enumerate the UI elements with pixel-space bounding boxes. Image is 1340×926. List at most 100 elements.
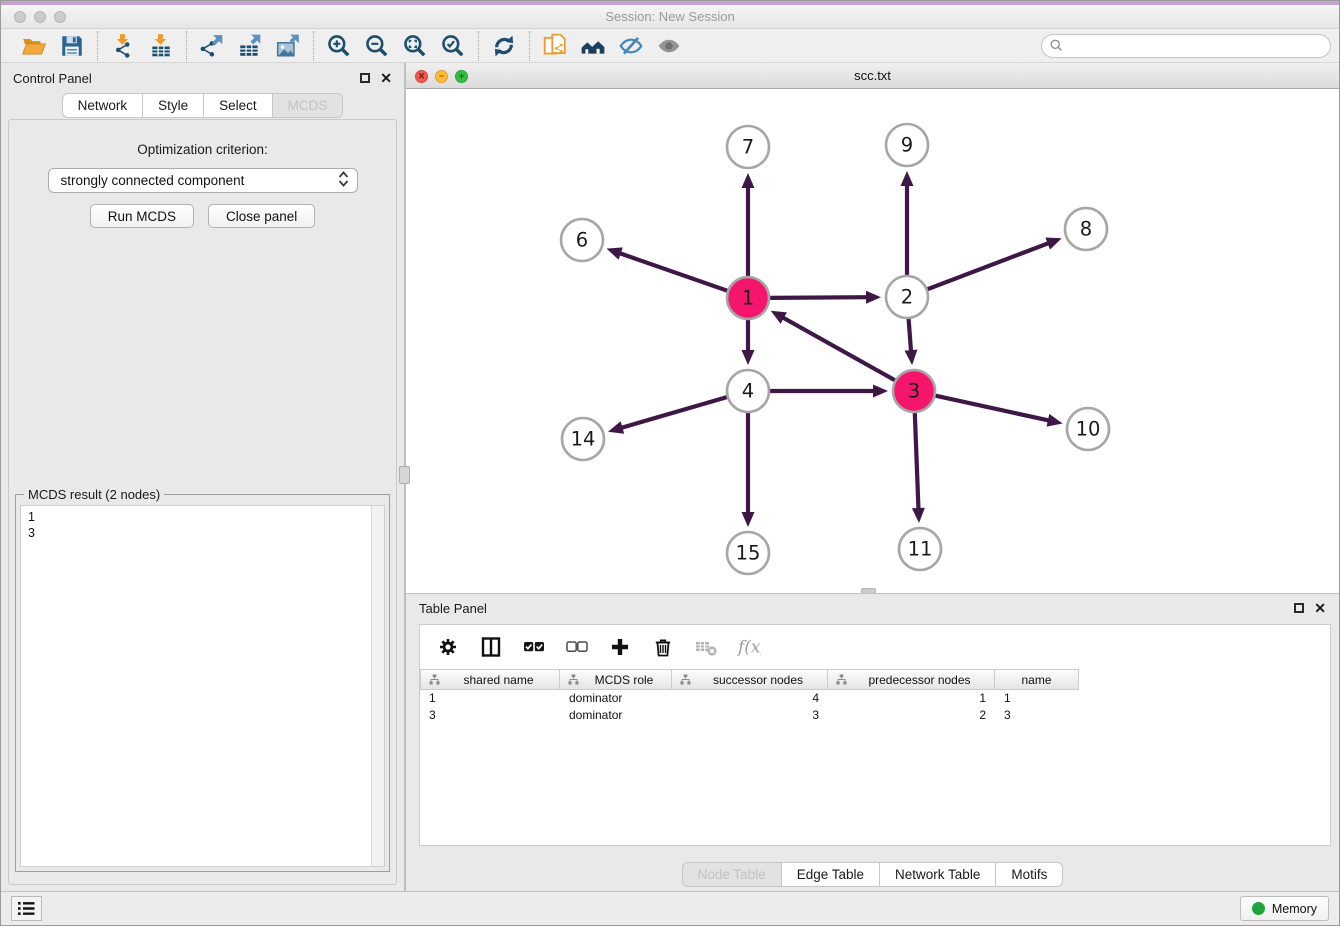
graph-node-7[interactable]: 7 xyxy=(727,126,769,168)
graph-node-8[interactable]: 8 xyxy=(1065,208,1107,250)
network-canvas[interactable]: 7 9 6 8 1 2 4 3 14 10 15 11 xyxy=(406,89,1339,593)
fx-icon: f(x) xyxy=(736,634,762,660)
eye-icon[interactable] xyxy=(654,32,684,60)
tab-style[interactable]: Style xyxy=(143,93,204,118)
column-header-shared-name[interactable]: shared name xyxy=(420,669,560,690)
eye-slash-icon[interactable] xyxy=(616,32,646,60)
graph-node-14[interactable]: 14 xyxy=(562,418,604,460)
export-table-icon[interactable] xyxy=(235,32,265,60)
zoom-selected-icon[interactable] xyxy=(438,32,468,60)
houses-icon[interactable] xyxy=(578,32,608,60)
minimize-window-button[interactable] xyxy=(34,11,46,23)
import-table-icon[interactable] xyxy=(146,32,176,60)
graph-node-label: 9 xyxy=(901,134,913,157)
table-panel: Table Panel ✕ f(x) shared nameMCDS roles… xyxy=(406,593,1339,891)
trash-icon[interactable] xyxy=(650,634,676,660)
graph-edge-1-6[interactable] xyxy=(619,253,727,291)
table-cell[interactable]: 4 xyxy=(672,690,828,707)
zoom-in-icon[interactable] xyxy=(324,32,354,60)
tab-mcds[interactable]: MCDS xyxy=(273,93,344,118)
graph-edge-arrowhead xyxy=(901,171,914,186)
save-floppy-icon[interactable] xyxy=(57,32,87,60)
column-header-successor-nodes[interactable]: successor nodes xyxy=(672,669,828,690)
graph-node-11[interactable]: 11 xyxy=(899,528,941,570)
graph-edge-2-8[interactable] xyxy=(928,243,1050,289)
run-mcds-button[interactable]: Run MCDS xyxy=(90,204,194,228)
graph-edge-3-1[interactable] xyxy=(782,317,895,380)
float-table-panel-icon[interactable] xyxy=(1294,603,1304,613)
zoom-window-button[interactable] xyxy=(54,11,66,23)
network-close-button[interactable]: ✕ xyxy=(415,70,428,83)
table-cell[interactable]: 1 xyxy=(995,690,1079,707)
columns-icon[interactable] xyxy=(478,634,504,660)
network-graph[interactable]: 7 9 6 8 1 2 4 3 14 10 15 11 xyxy=(406,89,1339,593)
tab-select[interactable]: Select xyxy=(204,93,273,118)
graph-node-2[interactable]: 2 xyxy=(886,276,928,318)
graph-node-15[interactable]: 15 xyxy=(727,532,769,574)
import-network-icon[interactable] xyxy=(108,32,138,60)
clone-network-icon[interactable] xyxy=(540,32,570,60)
search-input[interactable] xyxy=(1041,34,1331,58)
float-control-panel-icon[interactable] xyxy=(360,73,370,83)
zoom-fit-icon[interactable] xyxy=(400,32,430,60)
graph-node-10[interactable]: 10 xyxy=(1067,408,1109,450)
table-cell[interactable]: 3 xyxy=(672,707,828,724)
graph-edge-arrowhead xyxy=(607,247,623,259)
tab-edge-table[interactable]: Edge Table xyxy=(782,862,880,887)
graph-node-9[interactable]: 9 xyxy=(886,124,928,166)
graph-node-label: 15 xyxy=(736,542,761,565)
table-cell[interactable]: dominator xyxy=(560,707,672,724)
zoom-out-icon[interactable] xyxy=(362,32,392,60)
refresh-icon[interactable] xyxy=(489,32,519,60)
graph-edge-2-3[interactable] xyxy=(909,319,912,352)
table-cell[interactable]: 2 xyxy=(828,707,995,724)
list-icon xyxy=(18,901,35,916)
network-minimize-button[interactable]: − xyxy=(435,70,448,83)
graph-node-4[interactable]: 4 xyxy=(727,370,769,412)
gear-icon[interactable] xyxy=(435,634,461,660)
graph-edge-4-14[interactable] xyxy=(620,397,727,428)
graph-node-1[interactable]: 1 xyxy=(727,277,769,319)
select-all-icon[interactable] xyxy=(521,634,547,660)
close-window-button[interactable] xyxy=(14,11,26,23)
table-row[interactable]: 3dominator323 xyxy=(420,707,1330,724)
mcds-result-list[interactable]: 13 xyxy=(20,505,385,867)
open-folder-icon[interactable] xyxy=(19,32,49,60)
tab-network[interactable]: Network xyxy=(62,93,144,118)
graph-edge-3-10[interactable] xyxy=(936,396,1050,421)
tab-motifs[interactable]: Motifs xyxy=(996,862,1063,887)
export-image-icon[interactable] xyxy=(273,32,303,60)
column-header-predecessor-nodes[interactable]: predecessor nodes xyxy=(828,669,995,690)
criterion-select[interactable]: strongly connected component xyxy=(48,168,358,193)
tab-node-table[interactable]: Node Table xyxy=(682,862,782,887)
toolbar-group xyxy=(9,32,97,60)
result-scrollbar[interactable] xyxy=(371,506,384,866)
deselect-all-icon[interactable] xyxy=(564,634,590,660)
network-zoom-button[interactable]: + xyxy=(455,70,468,83)
table-cell[interactable]: 3 xyxy=(995,707,1079,724)
table-cell[interactable]: 1 xyxy=(420,690,560,707)
memory-label: Memory xyxy=(1272,902,1317,916)
close-panel-button[interactable]: Close panel xyxy=(208,204,315,228)
show-panel-list-button[interactable] xyxy=(11,896,42,921)
export-network-icon[interactable] xyxy=(197,32,227,60)
table-cell[interactable]: 1 xyxy=(828,690,995,707)
panel-splitter-handle[interactable] xyxy=(399,466,410,484)
table-cell[interactable]: 3 xyxy=(420,707,560,724)
memory-button[interactable]: Memory xyxy=(1240,896,1329,921)
table-row[interactable]: 1dominator411 xyxy=(420,690,1330,707)
mcds-result-group: MCDS result (2 nodes) 13 xyxy=(15,494,390,872)
close-control-panel-icon[interactable]: ✕ xyxy=(380,71,392,85)
network-window-titlebar: ✕ − + scc.txt xyxy=(406,63,1339,89)
graph-edge-3-11[interactable] xyxy=(915,413,919,510)
add-icon[interactable] xyxy=(607,634,633,660)
tab-network-table[interactable]: Network Table xyxy=(880,862,996,887)
table-cell[interactable]: dominator xyxy=(560,690,672,707)
graph-node-6[interactable]: 6 xyxy=(561,219,603,261)
column-header-name[interactable]: name xyxy=(995,669,1079,690)
column-header-MCDS-role[interactable]: MCDS role xyxy=(560,669,672,690)
graph-node-label: 6 xyxy=(576,229,588,252)
close-table-panel-icon[interactable]: ✕ xyxy=(1314,601,1326,615)
graph-node-3[interactable]: 3 xyxy=(893,370,935,412)
graph-edge-1-2[interactable] xyxy=(770,297,868,298)
